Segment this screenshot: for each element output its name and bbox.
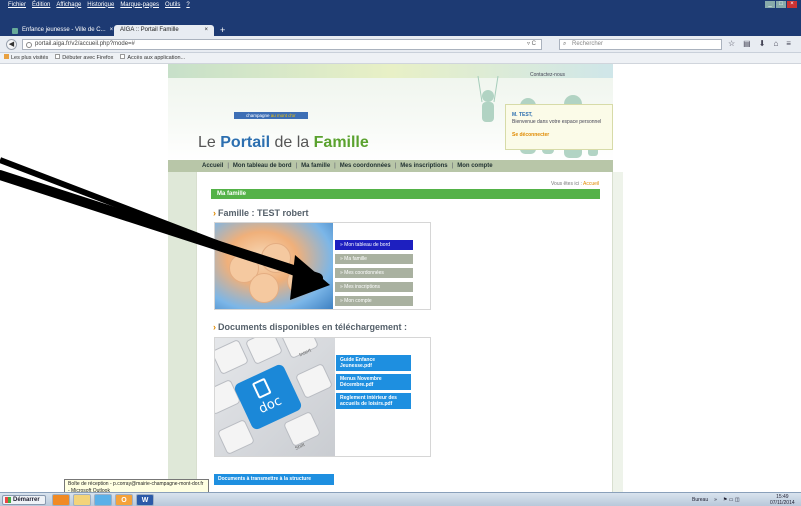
start-button[interactable]: Démarrer xyxy=(2,495,46,505)
menu-mon-tableau-de-bord[interactable]: » Mon tableau de bord xyxy=(335,240,413,250)
nav-inscriptions[interactable]: Mes inscriptions xyxy=(400,160,447,172)
nav-accueil[interactable]: Accueil xyxy=(202,160,223,172)
city-logo: champagne au mont d'or xyxy=(234,112,308,119)
menu-affichage[interactable]: Affichage xyxy=(56,2,81,8)
menu-outils[interactable]: Outils xyxy=(165,2,180,8)
family-menu: » Mon tableau de bord » Ma famille » Mes… xyxy=(335,240,413,306)
search-placeholder: Rechercher xyxy=(572,41,604,47)
menu-mes-inscriptions[interactable]: » Mes inscriptions xyxy=(335,282,413,292)
section-header-bar: Ma famille xyxy=(211,189,600,199)
desktop-toolbar-label[interactable]: Bureau xyxy=(692,495,708,505)
left-gutter xyxy=(168,172,196,492)
doc-guide-enfance-jeunesse[interactable]: Guide Enfance Jeunesse.pdf xyxy=(336,355,411,371)
nav-coordonnees[interactable]: Mes coordonnées xyxy=(340,160,391,172)
minimize-icon[interactable]: _ xyxy=(765,1,775,8)
bookmarks-menu-icon[interactable]: ▤ xyxy=(743,39,751,48)
menu-help[interactable]: ? xyxy=(186,2,189,8)
breadcrumb-current[interactable]: Accueil xyxy=(583,181,599,187)
tab-favicon-icon xyxy=(12,27,18,34)
user-welcome-box: M. TEST, Bienvenue dans votre espace per… xyxy=(505,104,613,150)
new-tab-icon[interactable]: + xyxy=(220,25,225,36)
nav-left-cap xyxy=(168,160,196,172)
doc-reglement-interieur[interactable]: Reglement intérieur des accueils de lois… xyxy=(336,393,411,409)
contact-link[interactable]: Contactez-nous xyxy=(530,72,565,78)
toolbar-icons: ☆ ▤ ⬇ ⌂ ≡ xyxy=(728,39,791,48)
site-navigation: Accueil | Mon tableau de bord | Ma famille… xyxy=(196,160,613,172)
tray-expand-icon[interactable]: » xyxy=(714,495,717,505)
bookmark-folder-icon xyxy=(4,54,9,59)
tab-bar: Enfance jeunesse - Ville de C... × AIGA … xyxy=(0,9,801,36)
logout-link[interactable]: Se déconnecter xyxy=(512,132,612,139)
bookmark-star-icon[interactable]: ☆ xyxy=(728,39,735,48)
url-bar[interactable]: portail.aiga.fr/v2/accueil.php?mode=# ▿ … xyxy=(22,39,542,50)
family-title: › Famille : TEST robert xyxy=(213,208,309,218)
tab-label: Enfance jeunesse - Ville de C... xyxy=(22,27,106,33)
bookmarks-toolbar: Les plus visités Débuter avec Firefox Ac… xyxy=(0,53,801,64)
documents-to-transmit-button[interactable]: Documents à transmettre à la structure xyxy=(214,474,334,485)
maximize-icon[interactable]: □ xyxy=(776,1,786,8)
breadcrumb: Vous êtes ici : Accueil xyxy=(551,181,600,187)
outlook-express-icon[interactable] xyxy=(94,494,112,506)
tab-close-icon[interactable]: × xyxy=(204,25,208,36)
bookmark-most-visited[interactable]: Les plus visités xyxy=(4,53,48,63)
window-controls: _ □ × xyxy=(765,0,797,9)
explorer-folder-icon[interactable] xyxy=(73,494,91,506)
user-name: M. TEST, xyxy=(512,112,533,118)
page-icon xyxy=(120,54,126,59)
document-list: Guide Enfance Jeunesse.pdf Menus Novembr… xyxy=(336,355,411,409)
firefox-icon[interactable] xyxy=(52,494,70,506)
welcome-text: Bienvenue dans votre espace personnel xyxy=(512,119,602,125)
globe-icon xyxy=(26,42,32,48)
documents-title: › Documents disponibles en téléchargement… xyxy=(213,322,408,332)
tray-icons[interactable]: ⚑ ▭ ◫ xyxy=(723,495,740,505)
menu-edition[interactable]: Édition xyxy=(32,2,50,8)
taskbar-apps: O W xyxy=(52,494,154,506)
search-input[interactable]: ⌕ Rechercher xyxy=(559,39,722,50)
firefox-menubar: Fichier Édition Affichage Historique Mar… xyxy=(0,0,801,9)
keyboard-doc-illustration: Insert Shift doc xyxy=(215,338,335,456)
family-panel: » Mon tableau de bord » Ma famille » Mes… xyxy=(214,222,431,310)
tab-close-icon[interactable]: × xyxy=(110,25,114,36)
menu-marque-pages[interactable]: Marque-pages xyxy=(120,2,159,8)
download-icon[interactable]: ⬇ xyxy=(759,39,766,48)
hamburger-menu-icon[interactable]: ≡ xyxy=(786,39,791,48)
nav-mon-compte[interactable]: Mon compte xyxy=(457,160,492,172)
main-content: Vous êtes ici : Accueil Ma famille › Fami… xyxy=(196,172,613,492)
tab-portail-famille[interactable]: AIGA :: Portail Famille × xyxy=(114,25,214,36)
web-page: Contactez-nous champagne au mont d'or Le… xyxy=(0,64,801,492)
page-icon xyxy=(55,54,61,59)
clock[interactable]: 15:49 07/11/2014 xyxy=(770,494,795,506)
search-icon: ⌕ xyxy=(563,41,567,47)
tab-enfance-jeunesse[interactable]: Enfance jeunesse - Ville de C... × xyxy=(6,25,119,36)
menu-ma-famille[interactable]: » Ma famille xyxy=(335,254,413,264)
bullet-arrow-icon: › xyxy=(213,208,216,218)
navigation-toolbar: ◀ portail.aiga.fr/v2/accueil.php?mode=# … xyxy=(0,36,801,53)
document-icon xyxy=(251,377,272,399)
bookmark-getting-started[interactable]: Débuter avec Firefox xyxy=(55,53,113,63)
reload-icon[interactable]: ▿ C xyxy=(527,40,536,49)
bullet-arrow-icon: › xyxy=(213,322,216,332)
children-photo xyxy=(215,223,333,309)
close-window-icon[interactable]: × xyxy=(787,1,797,8)
tab-label: AIGA :: Portail Famille xyxy=(120,27,179,33)
back-button[interactable]: ◀ xyxy=(6,39,17,50)
system-tray: Bureau » ⚑ ▭ ◫ xyxy=(692,495,740,505)
menu-historique[interactable]: Historique xyxy=(87,2,114,8)
right-gutter xyxy=(613,172,623,492)
portal-title: Le Portail de la Famille xyxy=(198,134,369,151)
home-icon[interactable]: ⌂ xyxy=(773,39,778,48)
outlook-icon[interactable]: O xyxy=(115,494,133,506)
menu-fichier[interactable]: Fichier xyxy=(8,2,26,8)
nav-tableau-de-bord[interactable]: Mon tableau de bord xyxy=(233,160,292,172)
nav-ma-famille[interactable]: Ma famille xyxy=(301,160,330,172)
documents-panel: Insert Shift doc Guide Enfance Jeunesse.… xyxy=(214,337,431,457)
url-text: portail.aiga.fr/v2/accueil.php?mode=# xyxy=(35,41,135,47)
windows-flag-icon xyxy=(5,497,11,503)
windows-taskbar: Démarrer O W Bureau » ⚑ ▭ ◫ 15:49 07/11/… xyxy=(0,492,801,506)
word-icon[interactable]: W xyxy=(136,494,154,506)
bookmark-applications[interactable]: Accès aux application... xyxy=(120,53,185,63)
menu-mon-compte[interactable]: » Mon compte xyxy=(335,296,413,306)
menu-mes-coordonnees[interactable]: » Mes coordonnées xyxy=(335,268,413,278)
doc-menus-novembre-decembre[interactable]: Menus Novembre Décembre.pdf xyxy=(336,374,411,390)
